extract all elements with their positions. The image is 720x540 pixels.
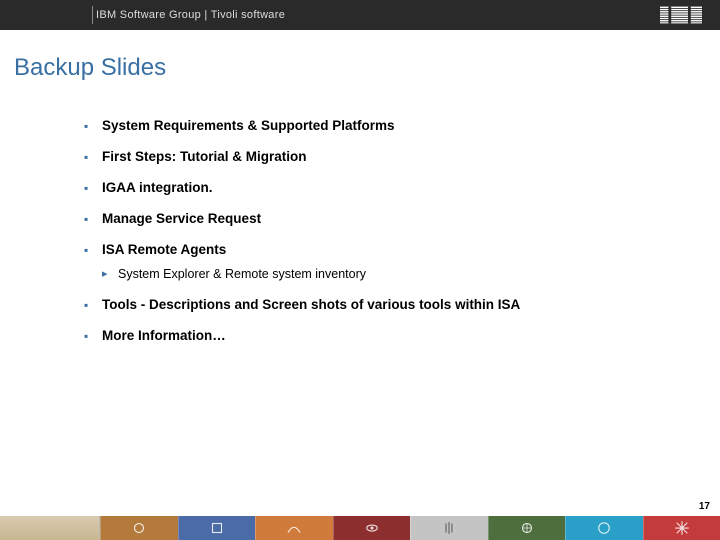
list-item: ISA Remote Agents System Explorer & Remo… — [84, 242, 700, 281]
footer-tile-icon — [565, 516, 643, 540]
header-breadcrumb: IBM Software Group | Tivoli software — [96, 9, 285, 21]
footer-tile-icon — [643, 516, 720, 540]
list-item: Manage Service Request — [84, 211, 700, 226]
sub-list-item: System Explorer & Remote system inventor… — [102, 267, 700, 281]
footer-tiles — [100, 516, 720, 540]
slide-content: System Requirements & Supported Platform… — [0, 82, 720, 540]
bullet-list: System Requirements & Supported Platform… — [84, 118, 700, 343]
list-item-text: Tools - Descriptions and Screen shots of… — [102, 297, 520, 312]
list-item-text: ISA Remote Agents — [102, 242, 226, 257]
footer-tile-icon — [100, 516, 178, 540]
footer-tile-icon — [178, 516, 256, 540]
list-item: Tools - Descriptions and Screen shots of… — [84, 297, 700, 312]
list-item: IGAA integration. — [84, 180, 700, 195]
list-item-text: First Steps: Tutorial & Migration — [102, 149, 307, 164]
page-number: 17 — [699, 501, 710, 512]
ibm-logo-icon — [660, 6, 702, 24]
header-bar: IBM Software Group | Tivoli software — [0, 0, 720, 30]
header-divider — [92, 6, 93, 24]
footer-tile-icon — [333, 516, 411, 540]
footer-tile-icon — [410, 516, 488, 540]
footer-tile-icon — [255, 516, 333, 540]
footer-tile-icon — [488, 516, 566, 540]
list-item-text: System Requirements & Supported Platform… — [102, 118, 395, 133]
list-item-text: More Information… — [102, 328, 226, 343]
list-item: More Information… — [84, 328, 700, 343]
list-item: System Requirements & Supported Platform… — [84, 118, 700, 133]
sub-list-item-text: System Explorer & Remote system inventor… — [118, 267, 366, 281]
list-item-text: IGAA integration. — [102, 180, 213, 195]
footer — [0, 512, 720, 540]
sub-bullet-list: System Explorer & Remote system inventor… — [102, 267, 700, 281]
list-item: First Steps: Tutorial & Migration — [84, 149, 700, 164]
footer-accent — [0, 516, 100, 540]
list-item-text: Manage Service Request — [102, 211, 261, 226]
slide: IBM Software Group | Tivoli software Bac… — [0, 0, 720, 540]
slide-title: Backup Slides — [0, 30, 720, 82]
